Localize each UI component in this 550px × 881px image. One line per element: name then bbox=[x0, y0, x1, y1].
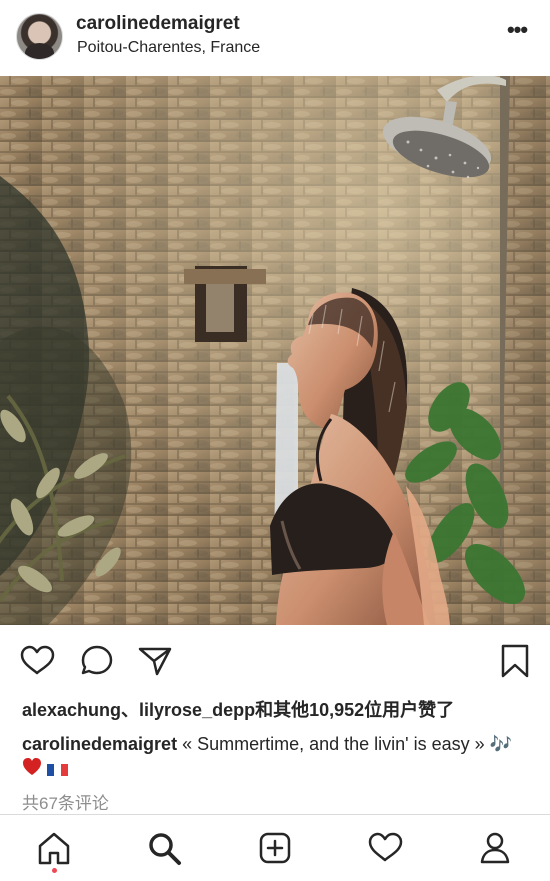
post-header: carolinedemaigret Poitou-Charentes, Fran… bbox=[0, 0, 550, 76]
view-comments-link[interactable]: 共67条评论 bbox=[22, 789, 109, 814]
post-photo[interactable] bbox=[0, 76, 550, 625]
caption-text: « Summertime, and the livin' is easy » 🎶 bbox=[177, 734, 513, 754]
activity-heart-icon[interactable] bbox=[366, 829, 404, 867]
post-caption: carolinedemaigret « Summertime, and the … bbox=[22, 732, 522, 780]
caption-username[interactable]: carolinedemaigret bbox=[22, 734, 177, 754]
post-actions bbox=[0, 628, 550, 693]
profile-avatar[interactable] bbox=[16, 13, 63, 60]
more-horizontal-icon: ••• bbox=[506, 17, 528, 42]
red-heart-emoji-icon bbox=[23, 758, 41, 775]
photo-scene-image bbox=[0, 76, 550, 625]
more-options-button[interactable]: ••• bbox=[496, 17, 538, 50]
profile-icon[interactable] bbox=[476, 829, 514, 867]
home-icon[interactable] bbox=[35, 829, 73, 867]
comment-icon[interactable] bbox=[78, 642, 116, 680]
france-flag-icon bbox=[47, 761, 69, 776]
likes-summary[interactable]: alexachung、lilyrose_depp和其他10,952位用户赞了 bbox=[22, 696, 532, 722]
bookmark-icon[interactable] bbox=[496, 642, 534, 680]
new-post-icon[interactable] bbox=[256, 829, 294, 867]
home-notification-dot bbox=[52, 868, 57, 873]
search-icon[interactable] bbox=[145, 829, 183, 867]
heart-icon[interactable] bbox=[18, 642, 56, 680]
post-username[interactable]: carolinedemaigret bbox=[76, 13, 240, 35]
bottom-navigation bbox=[0, 814, 550, 881]
post-location[interactable]: Poitou-Charentes, France bbox=[77, 39, 260, 57]
send-icon[interactable] bbox=[136, 642, 174, 680]
